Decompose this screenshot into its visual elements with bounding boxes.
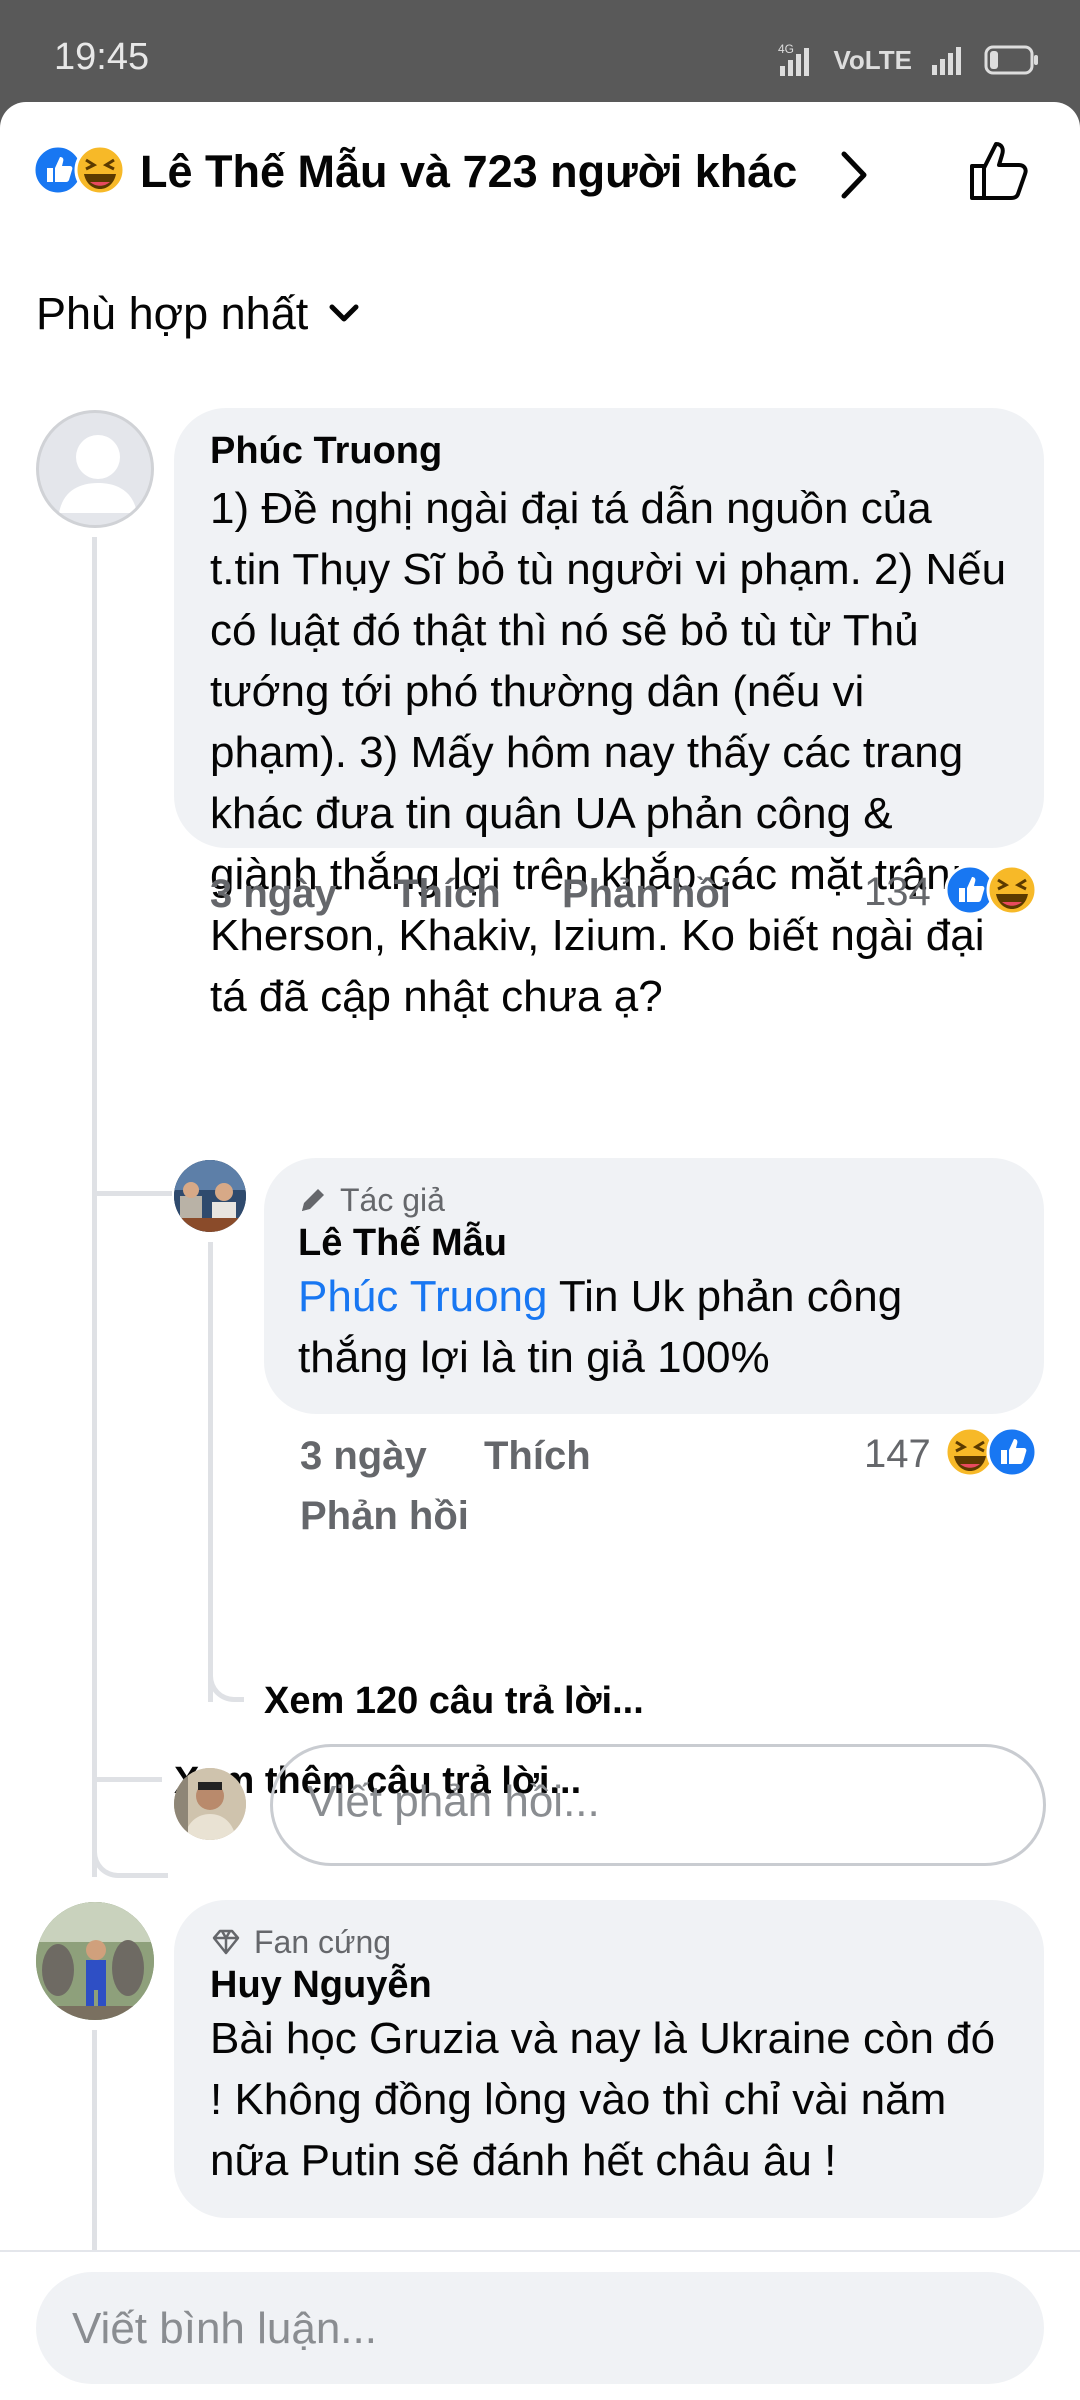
reply-reaction-count[interactable]: 147 bbox=[864, 1432, 931, 1477]
input-elbow bbox=[92, 1802, 168, 1878]
comment-bubble[interactable]: Fan cứng Huy Nguyễn Bài học Gruzia và na… bbox=[174, 1900, 1044, 2218]
diamond-icon bbox=[212, 1929, 240, 1955]
haha-reaction-icon bbox=[986, 864, 1038, 916]
comment-text: 1) Đề nghị ngài đại tá dẫn nguồn của t.t… bbox=[210, 484, 1007, 1021]
reply-connector bbox=[92, 1182, 172, 1196]
reaction-count[interactable]: 134 bbox=[864, 870, 931, 915]
reply-reply-button[interactable]: Phản hồi bbox=[300, 1494, 469, 1539]
signal-2-icon bbox=[932, 47, 961, 75]
comment-text: Bài học Gruzia và nay là Ukraine còn đó … bbox=[210, 2014, 996, 2185]
reactions-summary-title[interactable]: Lê Thế Mẫu và 723 người khác bbox=[140, 146, 797, 198]
like-button[interactable]: Thích bbox=[394, 872, 501, 917]
fan-badge-label: Fan cứng bbox=[254, 1923, 392, 1960]
mention-link[interactable]: Phúc Truong bbox=[298, 1272, 548, 1321]
thread-line bbox=[92, 537, 97, 1877]
comment-bubble[interactable]: Phúc Truong 1) Đề nghị ngài đại tá dẫn n… bbox=[174, 408, 1044, 1021]
like-reaction-icon bbox=[986, 1426, 1038, 1478]
avatar-phuc-truong[interactable] bbox=[36, 410, 154, 528]
thumbs-up-outline-icon[interactable] bbox=[966, 138, 1032, 204]
reply-time[interactable]: 3 ngày bbox=[300, 1434, 427, 1479]
reply-text: Phúc Truong Tin Uk phản công thắng lợi l… bbox=[298, 1266, 1010, 1388]
reply-like-button[interactable]: Thích bbox=[484, 1434, 591, 1479]
fan-badge: Fan cứng bbox=[210, 1922, 1008, 1962]
status-icons: 4G VoLTE bbox=[776, 40, 1040, 80]
pencil-icon bbox=[302, 1189, 324, 1211]
reply-reactions-icons[interactable] bbox=[944, 1426, 1040, 1478]
signal-icon: 4G bbox=[778, 42, 809, 76]
sort-label: Phù hợp nhất bbox=[36, 288, 309, 339]
status-bar: 19:45 4G VoLTE bbox=[0, 0, 1080, 110]
comment-author[interactable]: Huy Nguyễn bbox=[210, 1962, 1008, 2008]
comment-composer: Viết bình luận... bbox=[0, 2250, 1080, 2400]
reply-author[interactable]: Lê Thế Mẫu bbox=[298, 1220, 1010, 1266]
chevron-right-icon[interactable] bbox=[836, 150, 870, 200]
user-photo bbox=[174, 1768, 246, 1840]
haha-reaction-icon bbox=[74, 144, 126, 196]
chevron-down-icon bbox=[329, 304, 359, 322]
reply-bubble[interactable]: Tác giả Lê Thế Mẫu Phúc Truong Tin Uk ph… bbox=[264, 1158, 1044, 1414]
comment-time[interactable]: 3 ngày bbox=[210, 872, 337, 917]
author-badge-label: Tác giả bbox=[340, 1181, 445, 1218]
avatar-huy-nguyen[interactable] bbox=[36, 1902, 154, 2020]
view-replies-link[interactable]: Xem 120 câu trả lời... bbox=[264, 1680, 644, 1723]
comment-reactions-icons[interactable] bbox=[944, 864, 1040, 916]
volte-indicator: VoLTE bbox=[833, 44, 912, 75]
reply-button[interactable]: Phản hồi bbox=[562, 872, 731, 917]
battery-icon bbox=[984, 45, 1038, 75]
avatar-le-the-mau[interactable] bbox=[174, 1160, 246, 1232]
comments-sheet: Lê Thế Mẫu và 723 người khác Phù hợp nhấ… bbox=[0, 102, 1080, 2400]
comment-input[interactable]: Viết bình luận... bbox=[36, 2272, 1044, 2384]
comment-author[interactable]: Phúc Truong bbox=[210, 428, 1008, 474]
reply-input[interactable]: Viết phản hồi... bbox=[270, 1744, 1046, 1866]
nested-elbow bbox=[208, 1632, 244, 1702]
author-badge: Tác giả bbox=[298, 1180, 1010, 1220]
user-photo bbox=[36, 1902, 154, 2020]
reaction-summary-icons bbox=[32, 144, 126, 196]
sort-dropdown[interactable]: Phù hợp nhất bbox=[36, 288, 360, 340]
network-label: 4G bbox=[778, 42, 794, 56]
status-time: 19:45 bbox=[54, 36, 150, 78]
reactions-header[interactable]: Lê Thế Mẫu và 723 người khác bbox=[0, 102, 1080, 252]
thread-elbow bbox=[92, 1712, 162, 1782]
default-user-icon bbox=[59, 435, 137, 513]
current-user-avatar bbox=[174, 1768, 246, 1840]
author-photo bbox=[174, 1160, 246, 1232]
